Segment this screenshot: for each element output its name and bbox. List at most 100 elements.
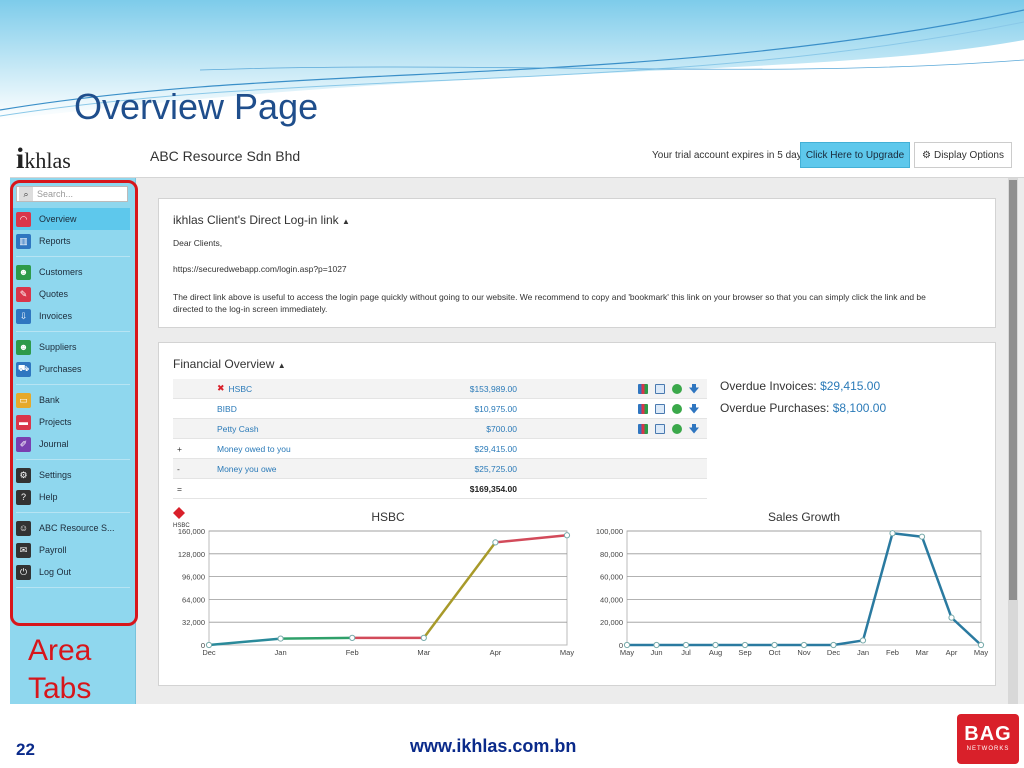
ikhlas-logo: ikhlas: [16, 142, 71, 175]
login-url[interactable]: https://securedwebapp.com/login.asp?p=10…: [173, 263, 347, 275]
x-tick-label: Apr: [946, 648, 958, 657]
x-tick-label: Dec: [202, 648, 216, 657]
series-line: [950, 616, 982, 646]
sales-growth-chart: Sales Growth020,00040,00060,00080,000100…: [596, 510, 988, 657]
row-actions: [517, 383, 707, 394]
series-line: [861, 532, 894, 641]
x-tick-label: Oct: [769, 648, 782, 657]
reconcile-icon[interactable]: [672, 383, 682, 394]
reconcile-icon[interactable]: [672, 423, 682, 434]
hsbc-logo-text: HSBC: [173, 523, 190, 529]
data-point: [889, 530, 896, 537]
footer-url[interactable]: www.ikhlas.com.bn: [410, 736, 576, 757]
chart-icon[interactable]: [638, 423, 648, 434]
reconcile-icon[interactable]: [672, 403, 682, 414]
data-point: [712, 641, 719, 649]
series-line: [208, 637, 281, 647]
login-note: The direct link above is useful to acces…: [173, 292, 926, 314]
download-icon[interactable]: [689, 383, 699, 394]
account-amount[interactable]: $25,725.00: [367, 464, 517, 474]
transfer-icon[interactable]: [655, 403, 665, 414]
financial-panel-title[interactable]: Financial Overview ▲: [173, 357, 286, 371]
data-point: [277, 635, 284, 642]
trial-notice: Your trial account expires in 5 days: [652, 150, 807, 161]
display-options-button[interactable]: ⚙ Display Options: [914, 142, 1012, 168]
row-sign: -: [177, 463, 180, 474]
y-tick-label: 60,000: [600, 573, 623, 582]
chart-icon[interactable]: [638, 383, 648, 394]
x-tick-label: Nov: [797, 648, 811, 657]
data-point: [800, 641, 808, 649]
slide-page-number: 22: [16, 740, 35, 759]
series-line: [422, 541, 497, 639]
account-amount[interactable]: $10,975.00: [367, 404, 517, 414]
table-row: ✖ HSBC $153,989.00: [173, 379, 707, 399]
overdue-purchases: Overdue Purchases: $8,100.00: [720, 401, 887, 415]
hsbc-chart: HSBC032,00064,00096,000128,000160,000Dec…: [173, 507, 574, 657]
account-name[interactable]: ✖ HSBC: [217, 383, 367, 394]
greeting-text: Dear Clients,: [173, 238, 223, 248]
x-tick-label: Mar: [417, 648, 430, 657]
login-link-panel: ikhlas Client's Direct Log-in link ▲ Dea…: [158, 198, 996, 328]
x-tick-label: Jul: [681, 648, 691, 657]
table-row: - Money you owe $25,725.00: [173, 459, 707, 479]
account-name[interactable]: BIBD: [217, 404, 367, 414]
transfer-icon[interactable]: [655, 423, 665, 434]
account-amount[interactable]: $700.00: [367, 424, 517, 434]
series-line: [495, 534, 568, 544]
transfer-icon[interactable]: [655, 383, 665, 394]
data-point: [205, 641, 213, 649]
account-amount[interactable]: $29,415.00: [367, 444, 517, 454]
x-tick-label: Sep: [738, 648, 751, 657]
y-tick-label: 80,000: [600, 550, 623, 559]
data-point: [682, 641, 690, 649]
x-tick-label: Dec: [827, 648, 841, 657]
login-panel-title[interactable]: ikhlas Client's Direct Log-in link ▲: [173, 213, 350, 227]
area-tabs-label: Area Tabs: [28, 634, 92, 705]
x-tick-label: Apr: [490, 648, 502, 657]
download-icon[interactable]: [689, 423, 699, 434]
series-line: [920, 536, 953, 619]
data-point: [420, 634, 427, 641]
chart-title: Sales Growth: [768, 510, 840, 524]
table-row: BIBD $10,975.00: [173, 399, 707, 419]
data-point: [977, 641, 985, 649]
company-name: ABC Resource Sdn Bhd: [150, 148, 301, 164]
data-point: [349, 634, 356, 641]
x-tick-label: Feb: [886, 648, 899, 657]
upgrade-button[interactable]: Click Here to Upgrade: [800, 142, 910, 168]
y-tick-label: 64,000: [182, 595, 205, 604]
data-point: [563, 532, 571, 539]
account-name[interactable]: Petty Cash: [217, 424, 367, 434]
download-icon[interactable]: [689, 403, 699, 414]
app-window: ikhlas ABC Resource Sdn Bhd Your trial a…: [10, 134, 1024, 704]
account-amount: $169,354.00: [469, 483, 517, 494]
account-name[interactable]: Money you owe: [217, 464, 367, 474]
data-point: [859, 637, 867, 644]
x-tick-label: Jun: [650, 648, 662, 657]
collapse-icon: ▲: [342, 217, 350, 226]
account-amount[interactable]: $153,989.00: [367, 384, 517, 394]
chart-title: HSBC: [371, 510, 405, 524]
row-actions: [517, 403, 707, 414]
table-row: = $169,354.00: [173, 479, 707, 499]
gear-icon: ⚙: [922, 149, 931, 161]
hsbc-logo-icon: [173, 507, 185, 519]
chart-icon[interactable]: [638, 403, 648, 414]
data-point: [830, 641, 837, 649]
x-tick-label: May: [620, 648, 634, 657]
series-line: [280, 636, 353, 640]
collapse-icon: ▲: [277, 361, 286, 370]
account-name[interactable]: Money owed to you: [217, 444, 367, 454]
x-tick-label: Jan: [275, 648, 287, 657]
y-tick-label: 32,000: [182, 618, 205, 627]
data-point: [918, 533, 926, 540]
x-tick-label: Mar: [916, 648, 929, 657]
scrollbar[interactable]: [1008, 178, 1018, 704]
x-tick-label: Feb: [346, 648, 359, 657]
data-point: [741, 641, 749, 649]
scrollbar-thumb[interactable]: [1009, 180, 1017, 600]
row-sign: +: [177, 443, 182, 454]
y-tick-label: 20,000: [600, 618, 623, 627]
y-tick-label: 40,000: [600, 595, 623, 604]
